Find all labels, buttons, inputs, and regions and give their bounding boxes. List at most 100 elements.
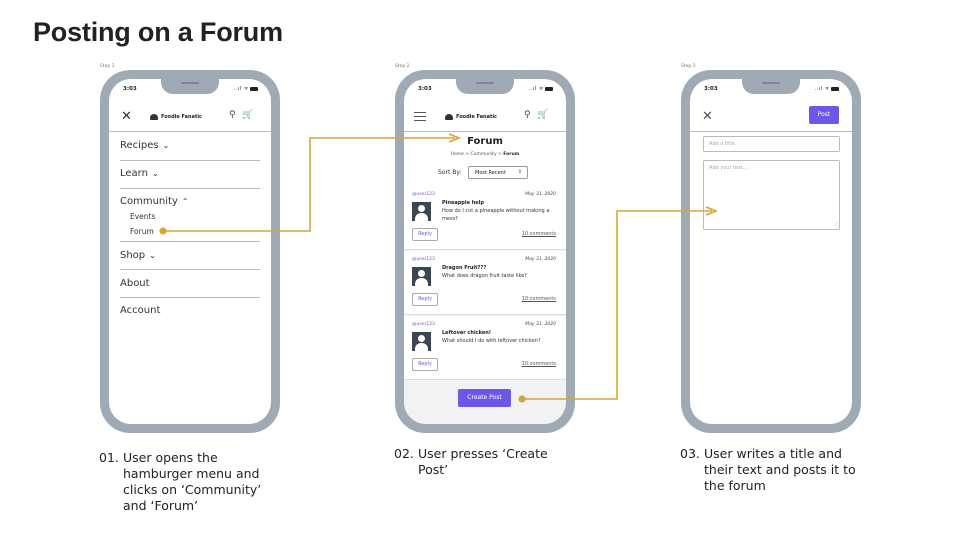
caption-line: clicks on ‘Community’ <box>123 482 262 497</box>
status-time: 3:03 <box>418 86 432 92</box>
top-bar: ✕ Post <box>690 106 852 128</box>
chevron-down-icon: ⌄ <box>162 141 170 150</box>
divider <box>120 160 260 161</box>
title-input[interactable]: Add a title <box>703 136 840 152</box>
battery-icon <box>250 86 258 91</box>
caption-number: 03. <box>680 446 700 461</box>
menu-item-community[interactable]: Community ⌃ <box>120 196 189 207</box>
divider <box>120 297 260 298</box>
notch <box>456 79 514 94</box>
status-icons: ..ıl ᯤ <box>529 86 553 92</box>
post-user[interactable]: @user123 <box>412 322 435 327</box>
post-user[interactable]: @user123 <box>412 192 435 197</box>
menu-item-recipes[interactable]: Recipes ⌄ <box>120 140 169 151</box>
menu-item-shop[interactable]: Shop ⌄ <box>120 250 156 261</box>
post-card[interactable]: @user123 May 31, 2020 Pineapple help How… <box>404 186 566 250</box>
reply-button[interactable]: Reply <box>412 228 438 241</box>
post-body: What does dragon fruit taste like? <box>442 273 527 279</box>
step-2-label: Step 2 <box>395 64 410 69</box>
menu-item-about[interactable]: About <box>120 278 150 289</box>
post-date: May 31, 2020 <box>525 257 556 262</box>
sort-label: Sort By: <box>438 169 462 176</box>
top-divider <box>404 131 566 132</box>
search-icon[interactable]: ⚲ <box>524 111 531 120</box>
caption-number: 01. <box>99 450 119 465</box>
step-1-label: Step 1 <box>100 64 115 69</box>
battery-icon <box>545 86 553 91</box>
resize-handle-icon[interactable]: ⟋ <box>834 222 838 228</box>
phone-screen: 3:03 ..ıl ᯤ ✕ Foodie Fanatic ⚲ 🛒 Recipes… <box>109 79 271 424</box>
phone-step-1: 3:03 ..ıl ᯤ ✕ Foodie Fanatic ⚲ 🛒 Recipes… <box>100 70 280 433</box>
breadcrumb-path[interactable]: Home > Community > <box>451 152 504 157</box>
close-icon[interactable]: ✕ <box>121 110 132 123</box>
top-bar: ✕ Foodie Fanatic ⚲ 🛒 <box>109 106 271 128</box>
status-icons: ..ıl ᯤ <box>234 86 258 92</box>
post-title[interactable]: Pineapple help <box>442 200 484 206</box>
top-divider <box>109 131 271 132</box>
caption-line: Post’ <box>418 462 449 477</box>
menu-item-learn[interactable]: Learn ⌄ <box>120 168 159 179</box>
post-title[interactable]: Leftover chicken! <box>442 330 491 336</box>
reply-button[interactable]: Reply <box>412 293 438 306</box>
page-title: Posting on a Forum <box>33 17 283 47</box>
search-icon[interactable]: ⚲ <box>229 111 236 120</box>
submenu-item-events[interactable]: Events <box>130 212 155 221</box>
chevron-up-icon: ⌃ <box>181 197 189 206</box>
close-icon[interactable]: ✕ <box>702 110 713 123</box>
brand-logo[interactable]: Foodie Fanatic <box>150 114 202 120</box>
top-divider <box>690 131 852 132</box>
caption-line: hamburger menu and <box>123 466 260 481</box>
caption-line: User opens the <box>123 450 218 465</box>
avatar <box>412 332 431 351</box>
chef-hat-icon <box>445 114 453 120</box>
caption-step-1: 01. User opens the hamburger menu and cl… <box>99 450 299 520</box>
sort-select[interactable]: Most Recent ⇳ <box>468 166 528 179</box>
notch <box>742 79 800 94</box>
brand-logo[interactable]: Foodie Fanatic <box>445 114 497 120</box>
comments-link[interactable]: 10 comments <box>522 296 556 302</box>
chevron-down-icon: ⌄ <box>149 251 156 260</box>
caption-line: their text and posts it to <box>704 462 856 477</box>
comments-link[interactable]: 10 comments <box>522 231 556 237</box>
status-time: 3:03 <box>123 86 137 92</box>
chevron-down-icon: ⌄ <box>151 169 159 178</box>
hamburger-icon[interactable] <box>414 112 426 121</box>
post-user[interactable]: @user123 <box>412 257 435 262</box>
chef-hat-icon <box>150 114 158 120</box>
cart-icon[interactable]: 🛒 <box>242 111 253 120</box>
phone-step-2: 3:03 ..ıl ᯤ Foodie Fanatic ⚲ 🛒 Forum Hom… <box>395 70 575 433</box>
phone-step-3: 3:03 ..ıl ᯤ ✕ Post Add a title Add your … <box>681 70 861 433</box>
breadcrumb: Home > Community > Forum <box>404 152 566 157</box>
posts-area: @user123 May 31, 2020 Pineapple help How… <box>404 186 566 424</box>
status-time: 3:03 <box>704 86 718 92</box>
step-3-label: Step 3 <box>681 64 696 69</box>
post-card[interactable]: @user123 May 31, 2020 Dragon Fruit??? Wh… <box>404 251 566 315</box>
create-post-button[interactable]: Create Post <box>458 389 511 407</box>
avatar <box>412 267 431 286</box>
menu-item-account[interactable]: Account <box>120 305 160 316</box>
cart-icon[interactable]: 🛒 <box>537 111 548 120</box>
top-bar: Foodie Fanatic ⚲ 🛒 <box>404 106 566 128</box>
comments-link[interactable]: 10 comments <box>522 361 556 367</box>
notch <box>161 79 219 94</box>
phone-screen: 3:03 ..ıl ᯤ ✕ Post Add a title Add your … <box>690 79 852 424</box>
post-card[interactable]: @user123 May 31, 2020 Leftover chicken! … <box>404 316 566 380</box>
submenu-item-forum[interactable]: Forum <box>130 227 154 236</box>
caption-line: User writes a title and <box>704 446 842 461</box>
caption-line: and ‘Forum’ <box>123 498 199 513</box>
caption-line: the forum <box>704 478 766 493</box>
text-area[interactable]: Add your text... ⟋ <box>703 160 840 230</box>
post-body: What should I do with leftover chicken? <box>442 338 541 344</box>
caption-step-2: 02. User presses ‘Create Post’ <box>394 446 594 486</box>
post-button[interactable]: Post <box>809 106 839 124</box>
post-date: May 31, 2020 <box>525 192 556 197</box>
reply-button[interactable]: Reply <box>412 358 438 371</box>
post-title[interactable]: Dragon Fruit??? <box>442 265 486 271</box>
divider <box>120 241 260 242</box>
status-icons: ..ıl ᯤ <box>815 86 839 92</box>
select-arrows-icon: ⇳ <box>517 169 522 175</box>
post-body: How do I cut a pineapple without making … <box>442 208 550 222</box>
battery-icon <box>831 86 839 91</box>
breadcrumb-current: Forum <box>503 152 520 157</box>
caption-step-3: 03. User writes a title and their text a… <box>680 446 900 496</box>
